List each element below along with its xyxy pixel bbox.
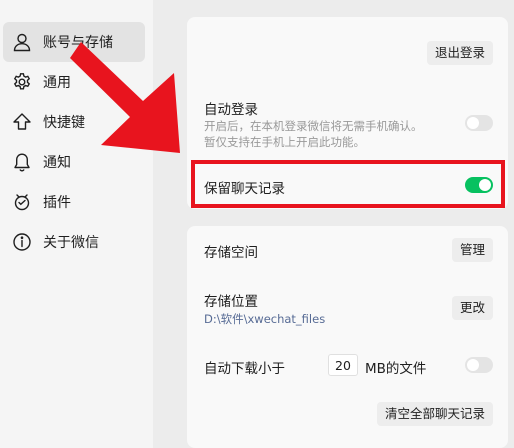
sidebar-item-label: 账号与存储 bbox=[43, 35, 113, 51]
manage-storage-button[interactable]: 管理 bbox=[451, 238, 493, 262]
settings-content: 退出登录 自动登录 开启后，在本机登录微信将无需手机确认。 暂仅支持在手机上开启… bbox=[153, 0, 514, 448]
sidebar-item-label: 快捷键 bbox=[43, 115, 85, 131]
auto-download-toggle[interactable] bbox=[465, 357, 493, 373]
toggle-knob bbox=[467, 117, 479, 129]
settings-sidebar: 账号与存储 通用 快捷键 通知 插件 关于微信 bbox=[0, 0, 154, 448]
bell-icon bbox=[11, 151, 33, 173]
sidebar-item-shortcuts[interactable]: 快捷键 bbox=[3, 102, 145, 142]
auto-login-description: 开启后，在本机登录微信将无需手机确认。 bbox=[204, 119, 423, 133]
plugin-icon bbox=[11, 191, 33, 213]
auto-download-size-input[interactable] bbox=[328, 354, 358, 376]
auto-download-suffix: MB的文件 bbox=[365, 361, 427, 377]
info-icon bbox=[11, 231, 33, 253]
up-arrow-icon bbox=[11, 111, 33, 133]
auto-download-prefix: 自动下载小于 bbox=[204, 361, 285, 377]
sidebar-item-general[interactable]: 通用 bbox=[3, 62, 145, 102]
auto-login-toggle[interactable] bbox=[465, 115, 493, 131]
divider bbox=[204, 161, 493, 162]
storage-space-label: 存储空间 bbox=[204, 245, 258, 261]
auto-login-note: 暂仅支持在手机上开启此功能。 bbox=[204, 135, 365, 149]
sidebar-item-notifications[interactable]: 通知 bbox=[3, 142, 145, 182]
sidebar-item-label: 通用 bbox=[43, 75, 71, 91]
storage-settings-card: 存储空间 管理 存储位置 D:\软件\xwechat_files 更改 自动下载… bbox=[187, 226, 508, 448]
storage-location-path[interactable]: D:\软件\xwechat_files bbox=[204, 311, 325, 327]
logout-button[interactable]: 退出登录 bbox=[426, 41, 493, 65]
sidebar-item-about[interactable]: 关于微信 bbox=[3, 222, 145, 262]
person-icon bbox=[11, 31, 33, 53]
sidebar-item-label: 通知 bbox=[43, 155, 71, 171]
auto-login-title: 自动登录 bbox=[204, 102, 258, 118]
keep-history-toggle[interactable] bbox=[465, 177, 493, 193]
storage-location-label: 存储位置 bbox=[204, 294, 258, 310]
sidebar-item-label: 关于微信 bbox=[43, 235, 99, 251]
gear-icon bbox=[11, 71, 33, 93]
toggle-knob bbox=[479, 179, 491, 191]
toggle-knob bbox=[467, 359, 479, 371]
clear-all-chats-button[interactable]: 清空全部聊天记录 bbox=[376, 402, 493, 426]
keep-history-title: 保留聊天记录 bbox=[204, 181, 285, 197]
sidebar-item-label: 插件 bbox=[43, 195, 71, 211]
change-location-button[interactable]: 更改 bbox=[451, 296, 493, 320]
account-settings-card: 退出登录 自动登录 开启后，在本机登录微信将无需手机确认。 暂仅支持在手机上开启… bbox=[187, 17, 508, 209]
sidebar-item-plugins[interactable]: 插件 bbox=[3, 182, 145, 222]
sidebar-item-account-storage[interactable]: 账号与存储 bbox=[3, 22, 145, 62]
